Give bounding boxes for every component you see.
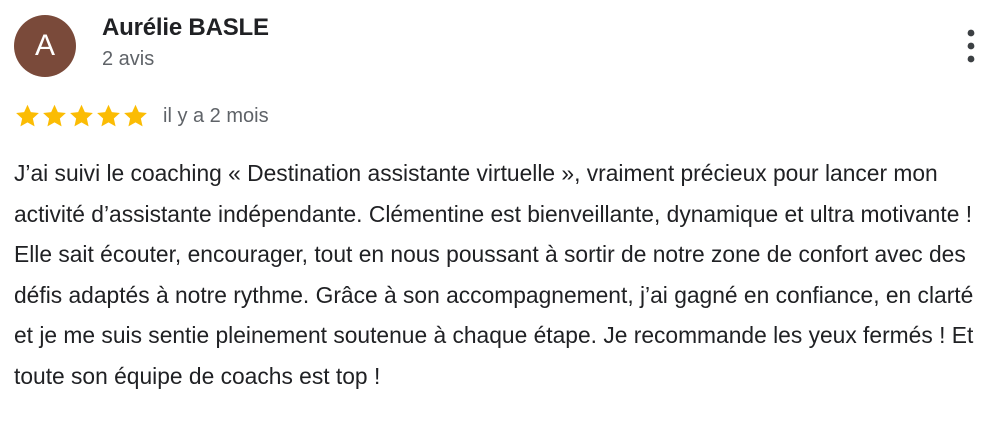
- star-icon: [124, 104, 147, 127]
- more-vert-icon: [967, 29, 975, 63]
- review-card: A Aurélie BASLE 2 avis il y a 2 mois J’a…: [0, 0, 1002, 448]
- star-icon: [70, 104, 93, 127]
- rating-row: il y a 2 mois: [14, 101, 269, 131]
- star-icon: [16, 104, 39, 127]
- star-icon: [43, 104, 66, 127]
- author-review-count: 2 avis: [102, 48, 155, 70]
- review-text: J’ai suivi le coaching « Destination ass…: [14, 160, 974, 389]
- avatar-initial: A: [34, 29, 55, 62]
- author-name[interactable]: Aurélie BASLE: [102, 14, 269, 42]
- star-rating: [14, 103, 149, 129]
- review-timestamp: il y a 2 mois: [163, 104, 269, 127]
- avatar[interactable]: A: [14, 15, 76, 77]
- star-icon: [97, 104, 120, 127]
- more-options-button[interactable]: [954, 24, 988, 68]
